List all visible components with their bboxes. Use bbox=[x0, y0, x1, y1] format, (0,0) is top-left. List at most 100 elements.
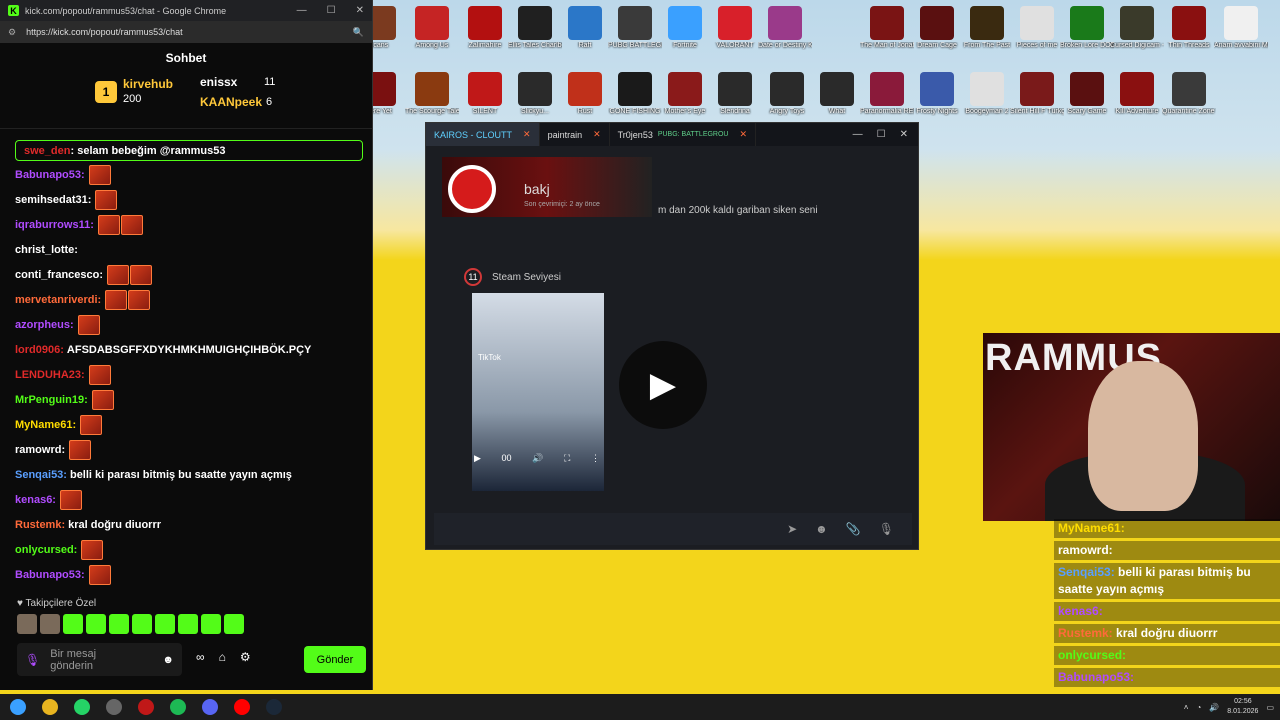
chat-message[interactable]: Senqai53: belli ki parası bitmiş bu saatt… bbox=[15, 462, 365, 487]
discord-taskbar-icon[interactable] bbox=[196, 694, 224, 720]
desktop-shortcut[interactable]: Date or Destiny Ki... bbox=[758, 6, 812, 50]
desktop-shortcut[interactable]: Pieces of me bbox=[1010, 6, 1064, 50]
emoji-icon[interactable]: ☻ bbox=[815, 522, 828, 536]
pinned-user[interactable]: swe_den bbox=[24, 145, 70, 157]
send-button[interactable]: Gönder bbox=[304, 646, 366, 673]
desktop-shortcut[interactable]: Angry Toys bbox=[760, 72, 814, 116]
chat-username[interactable]: Babunapo53: bbox=[15, 569, 85, 581]
youtube-taskbar-icon[interactable] bbox=[228, 694, 256, 720]
task-app-taskbar-icon[interactable] bbox=[100, 694, 128, 720]
emote-slot[interactable] bbox=[178, 614, 198, 634]
microphone-icon[interactable]: 🎙 bbox=[25, 653, 40, 667]
chat-message[interactable]: christ_lotte: bbox=[15, 237, 365, 262]
maximize-icon[interactable]: ☐ bbox=[877, 129, 886, 140]
chat-username[interactable]: mervetanriverdi: bbox=[15, 294, 101, 306]
desktop-shortcut[interactable]: Kill Adventure bbox=[1110, 72, 1164, 116]
chat-message[interactable]: LENDUHA23: bbox=[15, 362, 365, 387]
desktop-shortcut[interactable]: From The Past bbox=[960, 6, 1014, 50]
minimize-icon[interactable]: — bbox=[853, 129, 863, 140]
chat-username[interactable]: MyName61: bbox=[15, 419, 76, 431]
chat-message[interactable]: conti_francesco: bbox=[15, 262, 365, 287]
fullscreen-icon[interactable]: ⛶ bbox=[564, 453, 570, 464]
chat-message[interactable]: Babunapo53: bbox=[15, 562, 365, 587]
pinned-message[interactable]: swe_den : selam bebeğim @rammus53 bbox=[15, 140, 363, 161]
chat-message[interactable]: Rustemk: kral doğru diuorrr bbox=[15, 512, 365, 537]
wifi-icon[interactable]: ◔ bbox=[1196, 703, 1201, 712]
emote-slot[interactable] bbox=[86, 614, 106, 634]
desktop-shortcut[interactable]: Cursed Digicam - R... bbox=[1110, 6, 1164, 50]
chat-message[interactable]: ramowrd: bbox=[15, 437, 365, 462]
desktop-shortcut[interactable]: Scary Game bbox=[1060, 72, 1114, 116]
desktop-shortcut[interactable]: Slendrina bbox=[708, 72, 762, 116]
steam-message-input[interactable]: ➤ ☻ 📎 🎙 bbox=[434, 513, 912, 545]
zoom-icon[interactable]: 🔍 bbox=[353, 27, 364, 38]
chat-username[interactable]: conti_francesco: bbox=[15, 269, 103, 281]
emote-slot[interactable] bbox=[109, 614, 129, 634]
kicks-icon[interactable]: ∞ bbox=[196, 650, 205, 664]
chat-username[interactable]: LENDUHA23: bbox=[15, 369, 85, 381]
desktop-shortcut[interactable]: Broken Lore DON'T W... bbox=[1060, 6, 1114, 50]
chat-message[interactable]: Babunapo53: bbox=[15, 162, 365, 187]
desktop-shortcut[interactable]: PUBG BATTLEGR... bbox=[608, 6, 662, 50]
desktop-shortcut[interactable]: Raft bbox=[558, 6, 612, 50]
steam-taskbar-icon[interactable] bbox=[260, 694, 288, 720]
notification-icon[interactable]: ▭ bbox=[1266, 703, 1274, 712]
desktop-shortcut[interactable]: Mother's Eye bbox=[658, 72, 712, 116]
desktop-shortcut[interactable]: Paranormalia REMK - Fi... bbox=[860, 72, 914, 116]
attach-icon[interactable]: 📎 bbox=[846, 522, 861, 536]
chat-message[interactable]: semihsedat31: bbox=[15, 187, 365, 212]
gear-icon[interactable]: ⚙ bbox=[240, 650, 251, 664]
chat-username[interactable]: lord0906: bbox=[15, 344, 64, 356]
store-icon[interactable]: ⌂ bbox=[219, 650, 226, 664]
chat-message[interactable]: mervetanriverdi: bbox=[15, 287, 365, 312]
emote-slot[interactable] bbox=[201, 614, 221, 634]
desktop-shortcut[interactable]: Rust bbox=[558, 72, 612, 116]
chrome-taskbar-icon[interactable] bbox=[36, 694, 64, 720]
site-settings-icon[interactable]: ⚙ bbox=[8, 27, 16, 38]
clock[interactable]: 02:56 8.01.2026 bbox=[1227, 697, 1258, 717]
desktop-shortcut[interactable]: Ellis Tales Charlbound bbox=[508, 6, 562, 50]
emote-slot[interactable] bbox=[224, 614, 244, 634]
close-tab-icon[interactable]: ✕ bbox=[593, 129, 601, 140]
emote-slot[interactable] bbox=[17, 614, 37, 634]
steam-chat-tab[interactable]: KAIROS - CLOUTT ✕ bbox=[426, 123, 540, 146]
desktop-shortcut[interactable]: Zalimahire bbox=[458, 6, 512, 50]
minimize-icon[interactable]: — bbox=[297, 5, 307, 16]
close-tab-icon[interactable]: ✕ bbox=[740, 129, 748, 140]
emote-slot[interactable] bbox=[63, 614, 83, 634]
chat-username[interactable]: MrPenguin19: bbox=[15, 394, 88, 406]
chat-username[interactable]: Babunapo53: bbox=[15, 169, 85, 181]
emote-slot[interactable] bbox=[155, 614, 175, 634]
gifter-2-name[interactable]: enissx bbox=[200, 75, 237, 89]
maximize-icon[interactable]: ☐ bbox=[327, 5, 336, 16]
chat-username[interactable]: ramowrd: bbox=[15, 444, 65, 456]
play-icon[interactable]: ▶ bbox=[474, 453, 481, 464]
emote-slot[interactable] bbox=[132, 614, 152, 634]
chat-message[interactable]: lord0906: AFSDABSGFFXDYKHMKHMUIGHÇIHBÖK.P… bbox=[15, 337, 365, 362]
desktop-shortcut[interactable]: Silent Hill F Türkçe Ya... bbox=[1010, 72, 1064, 116]
emoji-icon[interactable]: ☻ bbox=[162, 654, 174, 666]
desktop-shortcut[interactable]: SILENT bbox=[458, 72, 512, 116]
steam-chat-tab[interactable]: paintrain ✕ bbox=[540, 123, 610, 146]
volume-icon[interactable]: 🔊 bbox=[532, 453, 543, 464]
more-icon[interactable]: ⋮ bbox=[591, 453, 600, 464]
chat-input[interactable]: 🎙 Bir mesaj gönderin ☻ bbox=[17, 643, 182, 676]
url-text[interactable]: https://kick.com/popout/rammus53/chat bbox=[26, 27, 183, 37]
play-button[interactable]: ▶ bbox=[619, 341, 707, 429]
chat-message[interactable]: kenas6: bbox=[15, 487, 365, 512]
chevron-up-icon[interactable]: ˄ bbox=[1184, 703, 1189, 712]
address-bar[interactable]: ⚙ https://kick.com/popout/rammus53/chat … bbox=[0, 21, 372, 43]
windows-start-taskbar-icon[interactable] bbox=[4, 694, 32, 720]
desktop-shortcut[interactable]: Among Us bbox=[405, 6, 459, 50]
chat-message[interactable]: onlycursed: bbox=[15, 537, 365, 562]
desktop-shortcut[interactable]: GONE FISHING bbox=[608, 72, 662, 116]
volume-icon[interactable]: 🔊 bbox=[1209, 703, 1219, 712]
chat-username[interactable]: Rustemk: bbox=[15, 519, 65, 531]
desktop-shortcut[interactable]: The Man of Jonah bbox=[860, 6, 914, 50]
close-icon[interactable]: ✕ bbox=[356, 5, 364, 16]
profile-card[interactable]: bakj Son çevrimiçi: 2 ay önce bbox=[442, 157, 652, 217]
desktop-shortcut[interactable]: Fortnite bbox=[658, 6, 712, 50]
steam-chat-tab[interactable]: Tr0jen53 PUBG: BATTLEGROU ✕ bbox=[610, 123, 757, 146]
desktop-shortcut[interactable]: What bbox=[810, 72, 864, 116]
close-tab-icon[interactable]: ✕ bbox=[523, 129, 531, 140]
